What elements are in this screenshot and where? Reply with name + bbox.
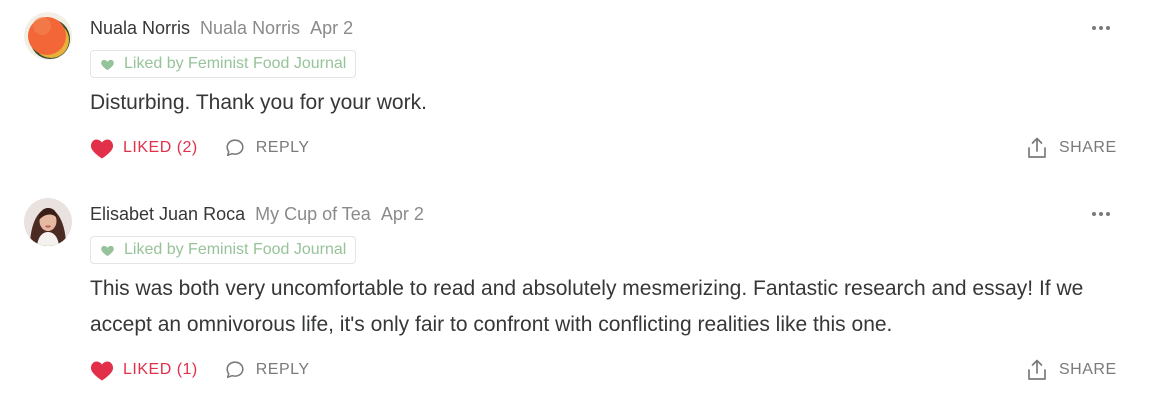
- comment-actions: LIKED (1) REPLY: [90, 356, 310, 384]
- liked-by-badge: Liked by Feminist Food Journal: [90, 236, 357, 264]
- reply-label: REPLY: [255, 139, 310, 156]
- reply-button[interactable]: REPLY: [224, 359, 310, 381]
- speech-bubble-icon: [226, 139, 244, 157]
- share-label: SHARE: [1059, 139, 1117, 156]
- like-label: LIKED (1): [123, 361, 198, 378]
- more-horizontal-icon[interactable]: [1088, 200, 1114, 228]
- comment-meta: Nuala Norris Nuala Norris Apr 2: [90, 14, 353, 42]
- avatar[interactable]: [24, 12, 72, 60]
- comment-meta: Elisabet Juan Roca My Cup of Tea Apr 2: [90, 200, 424, 228]
- share-button[interactable]: SHARE: [1026, 134, 1117, 162]
- share-icon: [1028, 137, 1046, 158]
- heart-icon: [101, 245, 114, 256]
- like-label: LIKED (2): [123, 139, 198, 156]
- comment-body: This was both very uncomfortable to read…: [90, 277, 1084, 336]
- abstract-orange-avatar-icon: [24, 12, 72, 60]
- comment-actions: LIKED (2) REPLY: [90, 134, 310, 162]
- like-button[interactable]: LIKED (2): [90, 137, 198, 159]
- reply-label: REPLY: [255, 361, 310, 378]
- portrait-photo-avatar-icon: [24, 198, 72, 246]
- comment-date[interactable]: Apr 2: [381, 204, 424, 225]
- like-button[interactable]: LIKED (1): [90, 359, 198, 381]
- liked-by-label: Liked by Feminist Food Journal: [124, 241, 347, 258]
- heart-filled-icon: [90, 139, 114, 159]
- liked-by-badge: Liked by Feminist Food Journal: [90, 50, 357, 78]
- heart-filled-icon: [90, 361, 114, 381]
- share-icon: [1028, 359, 1046, 380]
- reply-button[interactable]: REPLY: [224, 137, 310, 159]
- liked-by-label: Liked by Feminist Food Journal: [124, 55, 347, 72]
- publication-name[interactable]: My Cup of Tea: [255, 204, 371, 225]
- comment-date[interactable]: Apr 2: [310, 18, 353, 39]
- comment-body: Disturbing. Thank you for your work.: [90, 91, 427, 114]
- author-name[interactable]: Nuala Norris: [90, 18, 190, 39]
- share-label: SHARE: [1059, 361, 1117, 378]
- more-horizontal-icon[interactable]: [1088, 14, 1114, 42]
- avatar[interactable]: [24, 198, 72, 246]
- publication-name[interactable]: Nuala Norris: [200, 18, 300, 39]
- speech-bubble-icon: [226, 361, 244, 379]
- heart-icon: [101, 59, 114, 70]
- author-name[interactable]: Elisabet Juan Roca: [90, 204, 245, 225]
- share-button[interactable]: SHARE: [1026, 356, 1117, 384]
